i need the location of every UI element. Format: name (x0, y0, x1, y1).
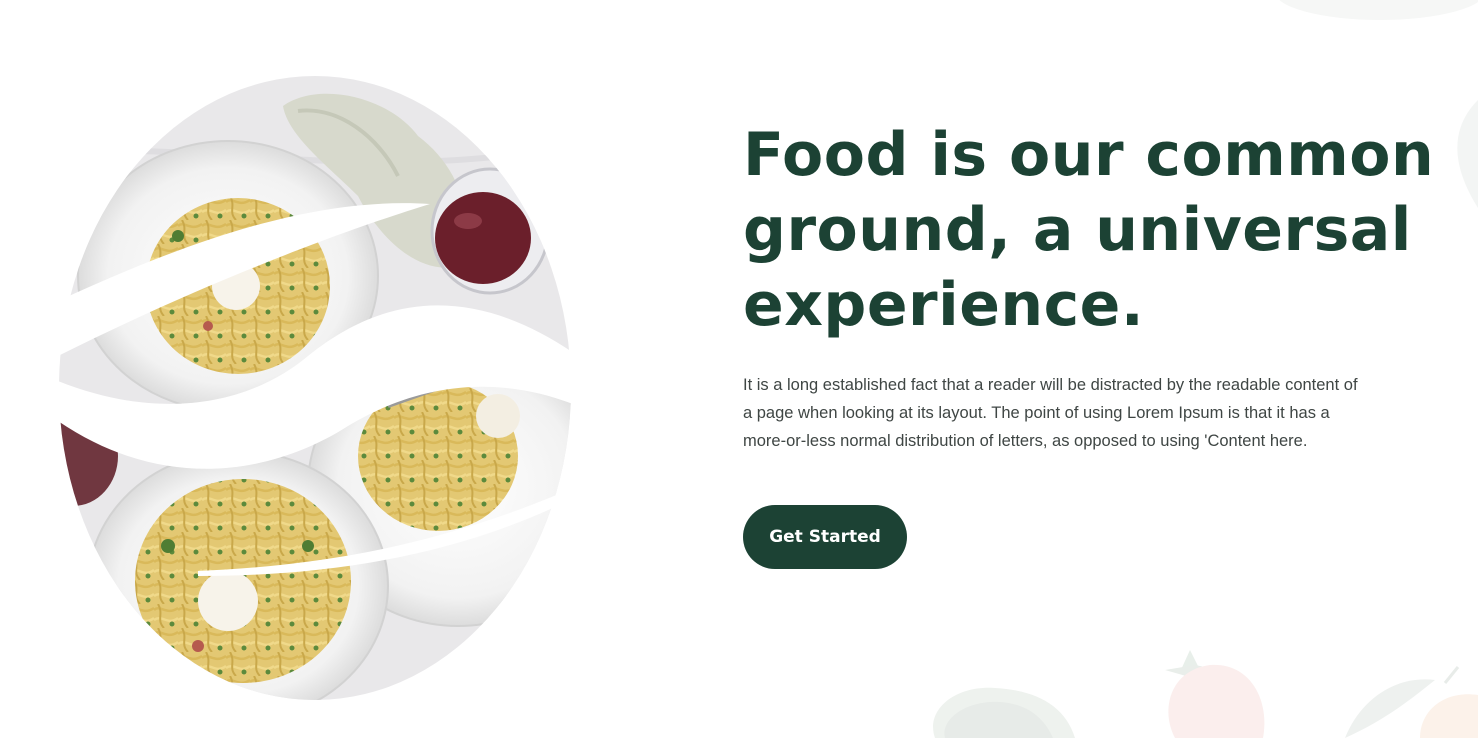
strawberry-icon (1165, 646, 1265, 738)
landing-page: Food is our common ground, a universal e… (0, 0, 1478, 738)
top-blob-shape (1279, 0, 1478, 20)
hero-content: Food is our common ground, a universal e… (743, 118, 1443, 455)
get-started-button[interactable]: Get Started (743, 505, 907, 569)
headline-line-1: Food is our common (743, 120, 1435, 190)
peach-icon (1345, 666, 1478, 738)
hero-description: It is a long established fact that a rea… (743, 376, 1358, 450)
headline-line-2: ground, a universal (743, 195, 1412, 265)
headline-line-3: experience. (743, 270, 1145, 340)
red-wine (435, 192, 531, 284)
blob-shape (933, 687, 1075, 738)
hero-food-image (58, 76, 573, 701)
leaf-icon (1457, 100, 1478, 208)
page-title: Food is our common ground, a universal e… (743, 118, 1443, 343)
